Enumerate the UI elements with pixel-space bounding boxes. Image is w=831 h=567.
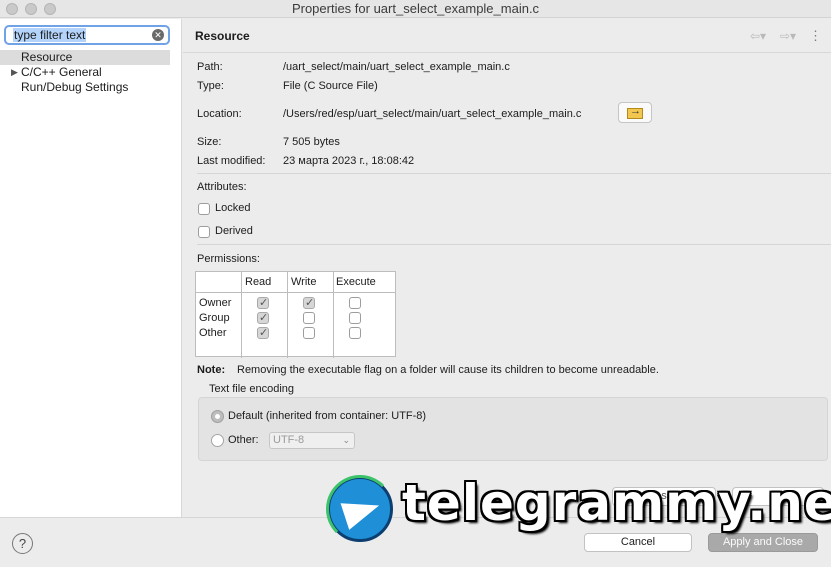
other-encoding-label: Other: (228, 434, 259, 446)
sidebar-item-label: Resource (21, 50, 73, 64)
other-write-checkbox[interactable] (303, 327, 315, 339)
window-titlebar: Properties for uart_select_example_main.… (0, 0, 831, 18)
locked-checkbox[interactable] (198, 203, 210, 215)
location-value: /Users/red/esp/uart_select/main/uart_sel… (283, 108, 582, 120)
chevron-down-icon: ⌄ (342, 435, 350, 445)
other-execute-checkbox[interactable] (349, 327, 361, 339)
path-label: Path: (197, 61, 223, 73)
kebab-menu-icon[interactable]: ⋮ (809, 28, 822, 44)
derived-label: Derived (215, 225, 253, 237)
filter-input-text[interactable]: type filter text (13, 28, 87, 42)
sidebar: type filter text ✕ Resource ▶ C/C++ Gene… (0, 19, 182, 517)
row-label-owner: Owner (199, 297, 232, 309)
main-panel: Resource ⇦▾ ⇨▾ ⋮ Path: /uart_select/main… (183, 19, 831, 517)
permissions-label: Permissions: (197, 253, 260, 265)
divider (197, 173, 831, 174)
locked-label: Locked (215, 202, 251, 214)
group-execute-checkbox[interactable] (349, 312, 361, 324)
encoding-select-value: UTF-8 (273, 434, 305, 446)
size-label: Size: (197, 136, 222, 148)
column-header-execute: Execute (336, 276, 376, 288)
watermark-text: telegrammy.net (402, 474, 831, 532)
type-label: Type: (197, 80, 224, 92)
modified-label: Last modified: (197, 155, 266, 167)
divider (197, 244, 831, 245)
note-text: Removing the executable flag on a folder… (237, 364, 659, 376)
size-value: 7 505 bytes (283, 136, 340, 148)
default-encoding-radio[interactable] (211, 410, 224, 423)
encoding-group: Default (inherited from container: UTF-8… (198, 397, 828, 461)
row-label-group: Group (199, 312, 230, 324)
other-read-checkbox[interactable] (257, 326, 269, 339)
group-write-checkbox[interactable] (303, 312, 315, 324)
default-encoding-label: Default (inherited from container: UTF-8… (228, 410, 427, 422)
column-header-read: Read (245, 276, 272, 288)
sidebar-item-label: C/C++ General (21, 65, 102, 79)
filter-input[interactable]: type filter text ✕ (4, 25, 170, 45)
row-label-other: Other (199, 327, 227, 339)
apply-and-close-button[interactable]: Apply and Close (708, 533, 818, 552)
note-label: Note: (197, 364, 226, 376)
open-folder-icon (627, 105, 643, 119)
sidebar-item-label: Run/Debug Settings (21, 80, 129, 94)
derived-checkbox[interactable] (198, 226, 210, 238)
modified-value: 23 марта 2023 г., 18:08:42 (283, 155, 415, 167)
type-value: File (C Source File) (283, 80, 378, 92)
permissions-table: Read Write Execute Owner Group Other (195, 271, 396, 358)
sidebar-item-resource[interactable]: Resource (0, 50, 170, 65)
help-icon[interactable]: ? (12, 533, 33, 554)
window-title: Properties for uart_select_example_main.… (291, 1, 540, 16)
owner-read-checkbox[interactable] (257, 296, 269, 309)
owner-write-checkbox[interactable] (303, 296, 315, 309)
page-title: Resource (195, 29, 250, 43)
encoding-select[interactable]: UTF-8 ⌄ (269, 432, 355, 449)
location-label: Location: (197, 108, 242, 120)
clear-icon[interactable]: ✕ (152, 29, 164, 41)
chevron-right-icon[interactable]: ▶ (11, 65, 18, 80)
encoding-label: Text file encoding (209, 383, 294, 395)
show-in-system-explorer-button[interactable] (618, 102, 652, 123)
owner-execute-checkbox[interactable] (349, 297, 361, 309)
other-encoding-radio[interactable] (211, 434, 224, 447)
cancel-button[interactable]: Cancel (584, 533, 692, 552)
path-value: /uart_select/main/uart_select_example_ma… (283, 61, 510, 73)
group-read-checkbox[interactable] (257, 311, 269, 324)
panel-header: Resource ⇦▾ ⇨▾ ⋮ (183, 19, 831, 53)
sidebar-item-run-debug[interactable]: Run/Debug Settings (0, 80, 170, 95)
column-header-write: Write (291, 276, 317, 288)
telegram-logo-icon (326, 475, 394, 543)
sidebar-item-cpp-general[interactable]: ▶ C/C++ General (0, 65, 170, 80)
forward-arrow-icon[interactable]: ⇨▾ (780, 29, 796, 43)
back-arrow-icon[interactable]: ⇦▾ (750, 29, 766, 43)
attributes-label: Attributes: (197, 181, 247, 193)
